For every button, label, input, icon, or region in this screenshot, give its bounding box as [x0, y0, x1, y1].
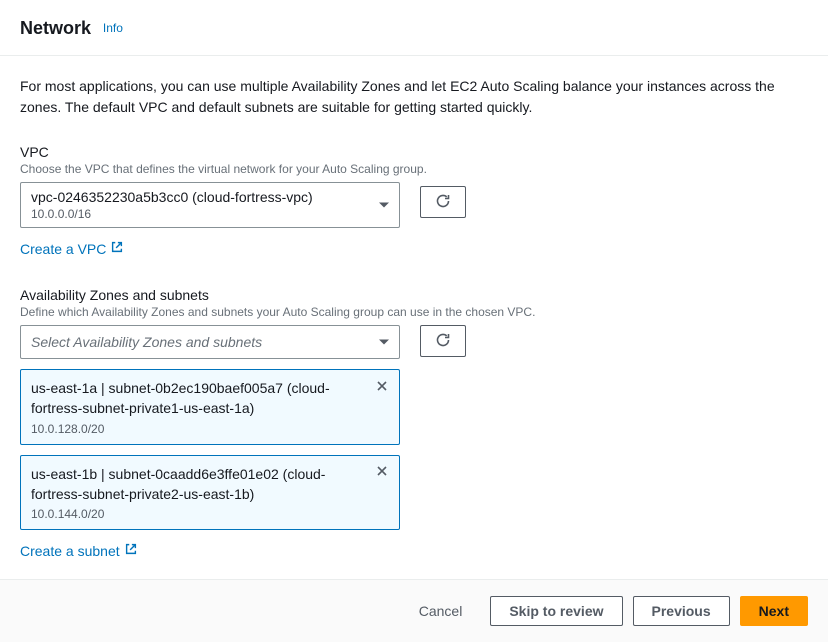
cancel-button[interactable]: Cancel: [401, 596, 481, 626]
next-button[interactable]: Next: [740, 596, 808, 626]
az-select-placeholder: Select Availability Zones and subnets: [31, 334, 262, 350]
vpc-select[interactable]: vpc-0246352230a5b3cc0 (cloud-fortress-vp…: [20, 182, 400, 228]
vpc-select-subvalue: 10.0.0.0/16: [31, 207, 367, 221]
close-icon: [375, 379, 389, 396]
create-subnet-link[interactable]: Create a subnet: [20, 542, 138, 559]
create-vpc-link[interactable]: Create a VPC: [20, 240, 124, 257]
az-refresh-button[interactable]: [420, 325, 466, 357]
selected-subnet-main: us-east-1b | subnet-0caadd6e3ffe01e02 (c…: [31, 464, 363, 505]
selected-subnet-sub: 10.0.128.0/20: [31, 422, 363, 436]
chevron-down-icon: [379, 340, 389, 345]
page-title: Network: [20, 18, 91, 39]
remove-subnet-button[interactable]: [373, 464, 391, 482]
panel-header: Network Info: [0, 0, 828, 56]
az-field: Availability Zones and subnets Define wh…: [20, 287, 808, 559]
external-link-icon: [124, 542, 138, 559]
info-link[interactable]: Info: [103, 21, 123, 35]
az-select[interactable]: Select Availability Zones and subnets: [20, 325, 400, 359]
selected-subnet-main: us-east-1a | subnet-0b2ec190baef005a7 (c…: [31, 378, 363, 419]
skip-to-review-button[interactable]: Skip to review: [490, 596, 622, 626]
create-vpc-link-label: Create a VPC: [20, 241, 106, 257]
az-description: Define which Availability Zones and subn…: [20, 305, 808, 319]
wizard-footer: Cancel Skip to review Previous Next: [0, 579, 828, 642]
vpc-refresh-button[interactable]: [420, 186, 466, 218]
create-subnet-link-label: Create a subnet: [20, 543, 120, 559]
vpc-description: Choose the VPC that defines the virtual …: [20, 162, 808, 176]
external-link-icon: [110, 240, 124, 257]
chevron-down-icon: [379, 203, 389, 208]
intro-text: For most applications, you can use multi…: [20, 76, 808, 118]
vpc-select-value: vpc-0246352230a5b3cc0 (cloud-fortress-vp…: [31, 189, 367, 205]
close-icon: [375, 464, 389, 481]
selected-subnet-tag: us-east-1b | subnet-0caadd6e3ffe01e02 (c…: [20, 455, 400, 531]
refresh-icon: [435, 332, 451, 351]
selected-subnet-tag: us-east-1a | subnet-0b2ec190baef005a7 (c…: [20, 369, 400, 445]
refresh-icon: [435, 193, 451, 212]
vpc-label: VPC: [20, 144, 808, 160]
remove-subnet-button[interactable]: [373, 378, 391, 396]
vpc-field: VPC Choose the VPC that defines the virt…: [20, 144, 808, 257]
previous-button[interactable]: Previous: [633, 596, 730, 626]
panel-body: For most applications, you can use multi…: [0, 56, 828, 579]
selected-subnet-sub: 10.0.144.0/20: [31, 507, 363, 521]
az-label: Availability Zones and subnets: [20, 287, 808, 303]
